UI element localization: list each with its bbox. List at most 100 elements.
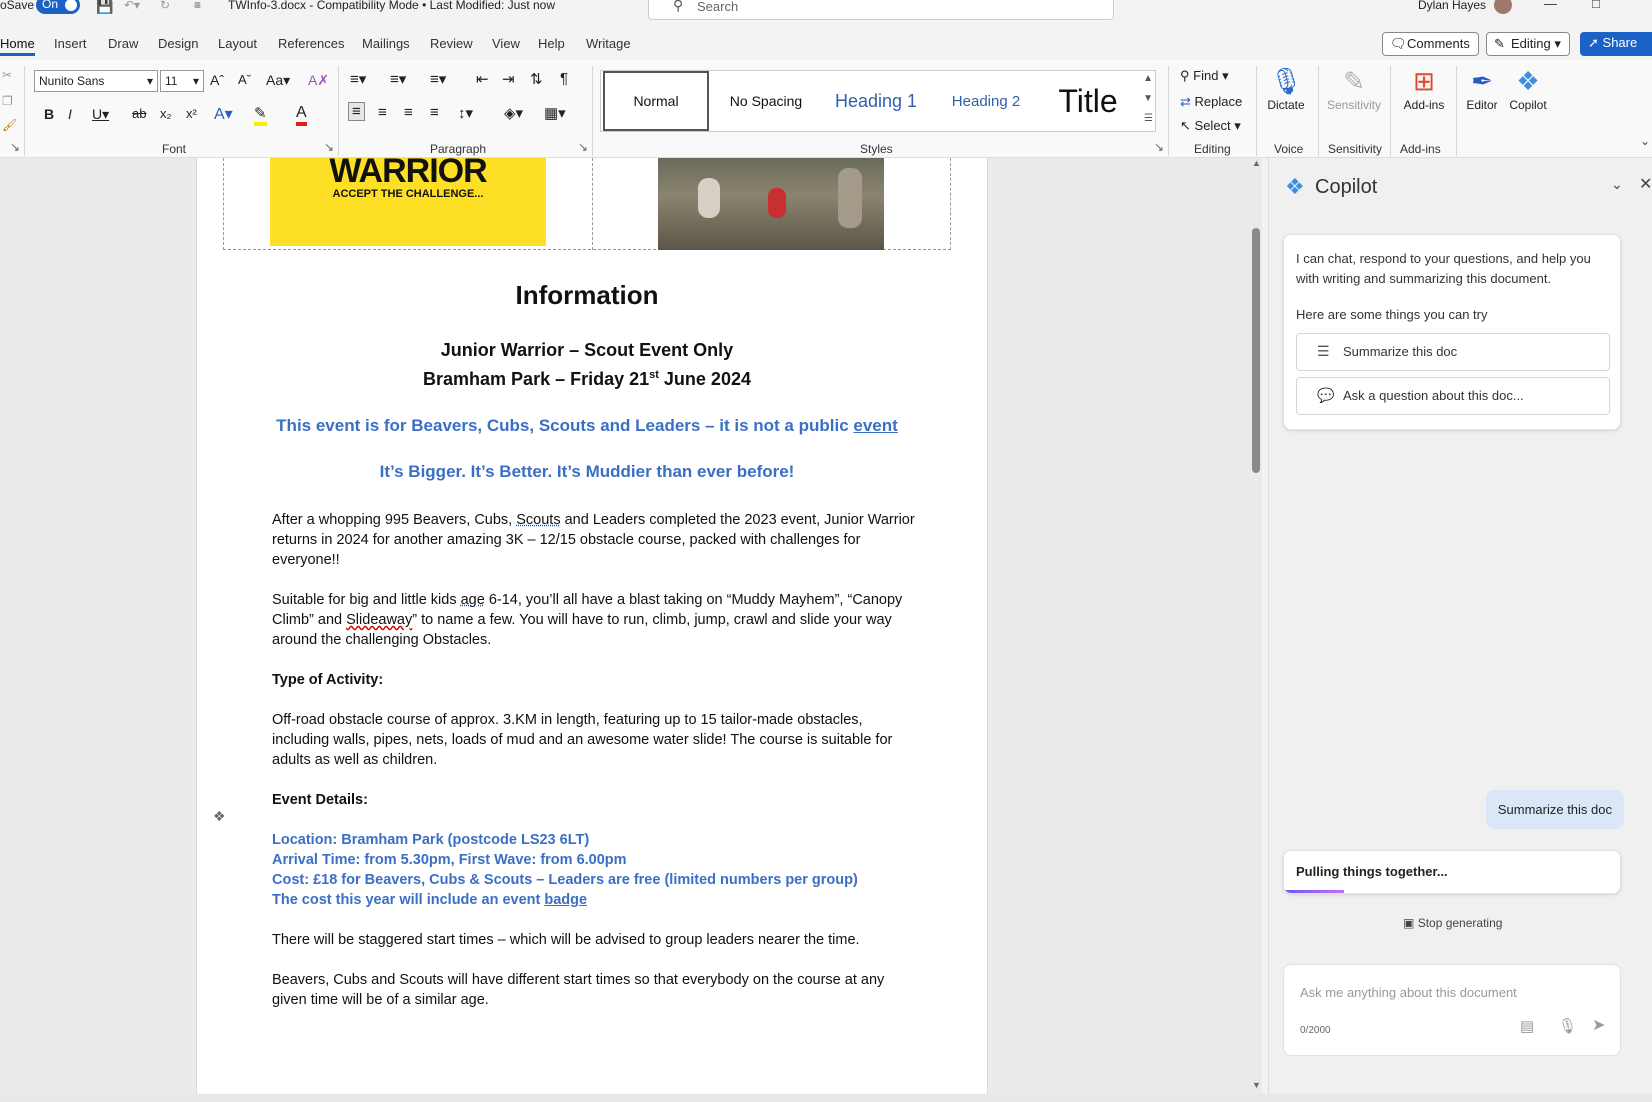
strikethrough-icon[interactable]: ab — [132, 106, 146, 121]
sensitivity-icon: ✎ — [1343, 66, 1365, 96]
tab-insert[interactable]: Insert — [54, 36, 87, 51]
justify-icon[interactable]: ≡ — [430, 104, 439, 121]
underline-icon[interactable]: U▾ — [92, 106, 109, 123]
styles-launcher-icon[interactable]: ↘ — [1154, 140, 1164, 154]
autosave-toggle[interactable]: On — [36, 0, 80, 14]
borders-icon[interactable]: ▦▾ — [544, 104, 566, 122]
save-icon[interactable]: 💾 — [96, 0, 113, 15]
close-icon[interactable]: ✕ — [1639, 174, 1652, 194]
sensitivity-button[interactable]: ✎ Sensitivity — [1326, 64, 1382, 112]
copilot-margin-icon[interactable]: ❖ — [213, 808, 226, 825]
styles-more-icon[interactable]: ☰ — [1144, 113, 1153, 124]
font-size-box[interactable]: 11 ▾ — [160, 70, 204, 92]
tab-home[interactable]: Home — [0, 36, 35, 56]
clipboard-launcher-icon[interactable]: ↘ — [10, 140, 20, 154]
sort-icon[interactable]: ⇅ — [530, 70, 543, 88]
tab-layout[interactable]: Layout — [218, 36, 257, 51]
editor-button[interactable]: ✒ Editor — [1458, 64, 1506, 112]
bullets-icon[interactable]: ≡▾ — [350, 70, 366, 88]
copilot-ribbon-button[interactable]: ❖ Copilot — [1504, 64, 1552, 112]
comments-button[interactable]: 🗨 Comments — [1382, 32, 1479, 56]
tab-help[interactable]: Help — [538, 36, 565, 51]
style-no-spacing[interactable]: No Spacing — [713, 71, 819, 131]
status-bar — [0, 1094, 1652, 1102]
select-button[interactable]: ↖ Select ▾ — [1180, 118, 1241, 134]
replace-button[interactable]: ⇄ Replace — [1180, 94, 1242, 110]
share-button[interactable]: ➚ Share — [1580, 32, 1652, 56]
microphone-icon[interactable]: 🎙 — [1558, 1017, 1577, 1035]
multilevel-list-icon[interactable]: ≡▾ — [430, 70, 446, 88]
tab-design[interactable]: Design — [158, 36, 198, 51]
font-name-box[interactable]: Nunito Sans ▾ — [34, 70, 158, 92]
shrink-font-icon[interactable]: Aˇ — [238, 72, 251, 87]
align-center-icon[interactable]: ≡ — [378, 104, 387, 121]
avatar[interactable] — [1494, 0, 1512, 14]
prompt-guide-icon[interactable]: ▤ — [1520, 1017, 1534, 1035]
increase-indent-icon[interactable]: ⇥ — [502, 70, 515, 88]
collapse-ribbon-icon[interactable]: ⌄ — [1640, 134, 1650, 148]
suggestion-summarize[interactable]: ☰ Summarize this doc — [1296, 333, 1610, 371]
redo-icon[interactable]: ↻ — [160, 0, 170, 12]
find-button[interactable]: ⚲ Find ▾ — [1180, 68, 1229, 84]
font-color-icon[interactable]: A — [296, 104, 307, 126]
style-heading-2[interactable]: Heading 2 — [933, 71, 1039, 131]
line-spacing-icon[interactable]: ↕▾ — [458, 104, 473, 122]
styles-scroll-up-icon[interactable]: ▲ — [1143, 73, 1153, 84]
copy-icon[interactable]: ❐ — [2, 94, 13, 108]
subscript-icon[interactable]: x₂ — [160, 106, 172, 121]
highlight-color-icon[interactable]: ✎ — [254, 104, 267, 126]
customize-qat-icon[interactable]: ≡ — [194, 0, 201, 12]
paragraph-launcher-icon[interactable]: ↘ — [578, 140, 588, 154]
replace-label: Replace — [1194, 94, 1243, 109]
search-box[interactable]: ⚲ Search — [648, 0, 1114, 20]
clear-formatting-icon[interactable]: A✗ — [308, 72, 329, 89]
italic-icon[interactable]: I — [68, 106, 72, 122]
user-message: Summarize this doc — [1485, 790, 1624, 829]
maximize-icon[interactable]: □ — [1592, 0, 1600, 11]
scrollbar-thumb[interactable] — [1252, 228, 1260, 473]
change-case-icon[interactable]: Aa▾ — [266, 72, 290, 89]
style-normal[interactable]: Normal — [603, 71, 709, 131]
document-page[interactable]: WARRIOR ACCEPT THE CHALLENGE... Informat… — [196, 154, 988, 1094]
editing-mode-button[interactable]: ✎ Editing ▾ — [1486, 32, 1570, 56]
scroll-down-icon[interactable]: ▼ — [1252, 1080, 1261, 1090]
chat-input-box[interactable]: Ask me anything about this document 0/20… — [1283, 964, 1621, 1056]
tab-view[interactable]: View — [492, 36, 520, 51]
grow-font-icon[interactable]: Aˆ — [210, 72, 224, 88]
show-formatting-icon[interactable]: ¶ — [560, 70, 568, 87]
tab-mailings[interactable]: Mailings — [362, 36, 410, 51]
stop-generating-button[interactable]: ▣ Stop generating — [1403, 916, 1502, 930]
styles-scroll-down-icon[interactable]: ▼ — [1143, 93, 1153, 104]
dictate-button[interactable]: 🎙 Dictate — [1262, 64, 1310, 112]
undo-icon[interactable]: ↶▾ — [124, 0, 140, 12]
shading-icon[interactable]: ◈▾ — [504, 104, 523, 122]
subheading-date: Bramham Park – Friday 21st June 2024 — [423, 369, 751, 389]
tab-writage[interactable]: Writage — [586, 36, 631, 51]
tab-references[interactable]: References — [278, 36, 344, 51]
user-name[interactable]: Dylan Hayes — [1418, 0, 1486, 12]
superscript-icon[interactable]: x² — [186, 106, 197, 121]
cut-icon[interactable]: ✂ — [2, 68, 12, 82]
bold-icon[interactable]: B — [44, 106, 54, 122]
tab-draw[interactable]: Draw — [108, 36, 138, 51]
style-heading-1[interactable]: Heading 1 — [823, 71, 929, 131]
numbering-icon[interactable]: ≡▾ — [390, 70, 406, 88]
suggestion-ask-question[interactable]: 💬 Ask a question about this doc... — [1296, 377, 1610, 415]
collapse-pane-icon[interactable]: ⌄ — [1611, 176, 1623, 193]
copilot-icon: ❖ — [1516, 66, 1540, 96]
minimize-icon[interactable]: — — [1544, 0, 1557, 11]
share-icon: ➚ — [1588, 35, 1599, 50]
send-icon[interactable]: ➤ — [1592, 1015, 1605, 1035]
text-effects-icon[interactable]: A▾ — [214, 104, 233, 124]
chevron-down-icon: ▾ — [146, 74, 153, 88]
document-scrollbar[interactable]: ▲ ▼ — [1250, 158, 1262, 1094]
add-ins-button[interactable]: ⊞ Add-ins — [1396, 64, 1452, 112]
decrease-indent-icon[interactable]: ⇤ — [476, 70, 489, 88]
document-title[interactable]: TWInfo-3.docx - Compatibility Mode • Las… — [228, 0, 555, 12]
format-painter-icon[interactable]: 🖌 — [2, 118, 17, 132]
align-right-icon[interactable]: ≡ — [404, 104, 413, 121]
tab-review[interactable]: Review — [430, 36, 473, 51]
style-title[interactable]: Title — [1043, 71, 1133, 131]
align-left-icon[interactable]: ≡ — [348, 102, 365, 121]
scroll-up-icon[interactable]: ▲ — [1252, 158, 1261, 168]
